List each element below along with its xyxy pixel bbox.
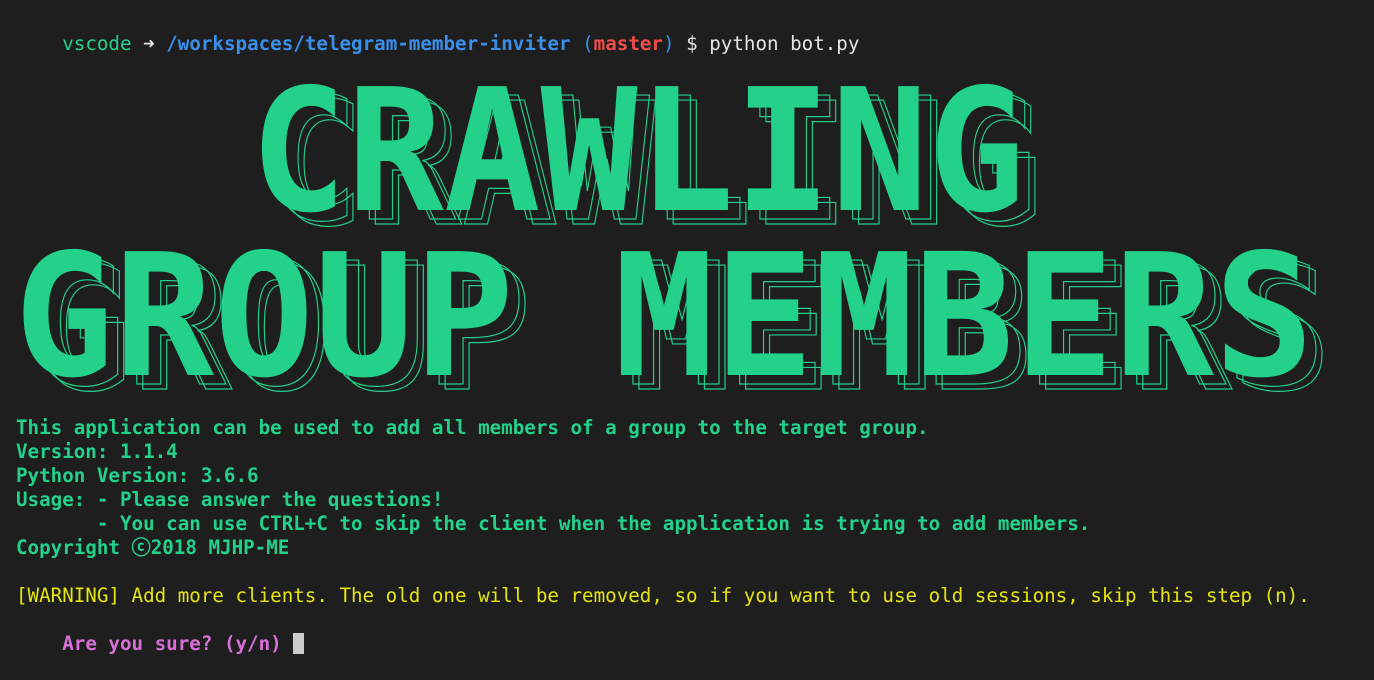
app-description: This application can be used to add all … xyxy=(16,416,929,439)
app-version: Version: 1.1.4 xyxy=(16,440,178,463)
copyright-line: Copyright ⓒ2018 MJHP-ME xyxy=(16,536,290,559)
ascii-art-banner: CRAWLINGCRAWLINGCRAWLINGGROUP MEMBERSGRO… xyxy=(14,53,1333,400)
warning-message: [WARNING] Add more clients. The old one … xyxy=(16,584,1310,607)
python-version: Python Version: 3.6.6 xyxy=(16,464,259,487)
terminal-cursor[interactable] xyxy=(293,633,305,654)
usage-line-1: Usage: - Please answer the questions! xyxy=(16,488,444,511)
terminal-window[interactable]: vscode ➜ /workspaces/telegram-member-inv… xyxy=(0,0,1374,655)
confirm-question: Are you sure? (y/n) xyxy=(62,632,294,655)
usage-line-2: - You can use CTRL+C to skip the client … xyxy=(16,512,1091,535)
banner-line2-text: GROUP MEMBERS xyxy=(14,218,1314,400)
confirm-prompt-line[interactable]: Are you sure? (y/n) xyxy=(16,608,305,655)
